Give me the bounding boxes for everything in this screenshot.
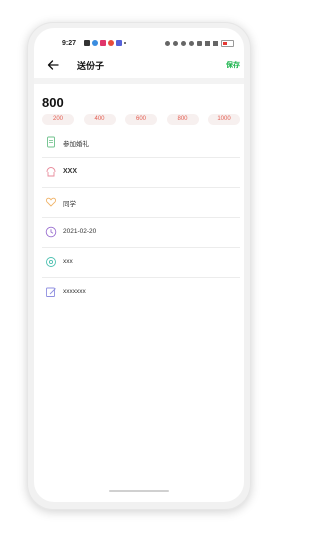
signal-icon bbox=[205, 41, 210, 46]
notification-icon bbox=[108, 40, 114, 46]
amount-chip[interactable]: 600 bbox=[125, 114, 157, 125]
amount-chip[interactable]: 800 bbox=[166, 114, 199, 125]
location-pin-icon bbox=[46, 257, 56, 267]
more-notifications-icon bbox=[124, 42, 126, 44]
phone-frame: 9:27 送份子 保存 800 200 400 600 800 1000 参加婚… bbox=[27, 22, 251, 510]
relationship-label: 同学 bbox=[63, 201, 76, 208]
row-date[interactable]: 2021-02-20 bbox=[42, 218, 240, 248]
row-relationship[interactable]: 同学 bbox=[42, 188, 240, 218]
wifi-icon bbox=[189, 41, 194, 46]
gift-detail-list: 参加婚礼 XXX 同学 2021-02-20 xxx xxxxxxx bbox=[42, 128, 240, 307]
row-note[interactable]: xxxxxxx bbox=[42, 278, 240, 307]
alarm-icon bbox=[173, 41, 178, 46]
amount-chip[interactable]: 400 bbox=[83, 114, 116, 125]
preset-amount-chips: 200 400 600 800 1000 bbox=[42, 114, 240, 125]
phone-screen: 9:27 送份子 保存 800 200 400 600 800 1000 参加婚… bbox=[34, 28, 244, 502]
edit-note-icon bbox=[46, 287, 56, 297]
nfc-icon bbox=[165, 41, 170, 46]
notification-icon bbox=[84, 40, 90, 46]
gift-tag-icon bbox=[46, 167, 56, 177]
mute-icon bbox=[181, 41, 186, 46]
notification-icon bbox=[116, 40, 122, 46]
date-value: 2021-02-20 bbox=[63, 228, 97, 235]
signal-icon bbox=[213, 41, 218, 46]
clock-icon bbox=[45, 226, 57, 238]
row-event[interactable]: 参加婚礼 bbox=[42, 128, 240, 158]
canvas: 9:27 送份子 保存 800 200 400 600 800 1000 参加婚… bbox=[0, 0, 314, 538]
home-indicator[interactable] bbox=[109, 490, 169, 492]
hd-icon bbox=[197, 41, 202, 46]
nav-bar: 送份子 保存 bbox=[34, 56, 244, 76]
document-icon bbox=[47, 136, 55, 148]
gift-amount-input[interactable]: 800 bbox=[42, 95, 64, 110]
amount-chip[interactable]: 1000 bbox=[208, 114, 240, 125]
note-value: xxxxxxx bbox=[63, 288, 86, 295]
notification-icon bbox=[100, 40, 106, 46]
amount-chip[interactable]: 200 bbox=[42, 114, 74, 125]
notification-icon bbox=[92, 40, 98, 46]
status-notification-icons bbox=[84, 40, 126, 46]
status-time: 9:27 bbox=[62, 40, 77, 47]
save-button[interactable]: 保存 bbox=[226, 60, 240, 70]
heart-icon bbox=[45, 197, 57, 207]
status-system-icons bbox=[165, 40, 234, 47]
event-label: 参加婚礼 bbox=[63, 141, 89, 148]
page-title: 送份子 bbox=[77, 61, 105, 71]
nav-divider bbox=[34, 78, 244, 84]
battery-icon bbox=[221, 40, 234, 47]
location-value: xxx bbox=[63, 258, 73, 265]
person-name: XXX bbox=[63, 168, 78, 175]
row-location[interactable]: xxx bbox=[42, 248, 240, 278]
back-arrow-icon[interactable] bbox=[46, 58, 60, 72]
status-bar: 9:27 bbox=[34, 38, 244, 50]
row-person[interactable]: XXX bbox=[42, 158, 240, 188]
